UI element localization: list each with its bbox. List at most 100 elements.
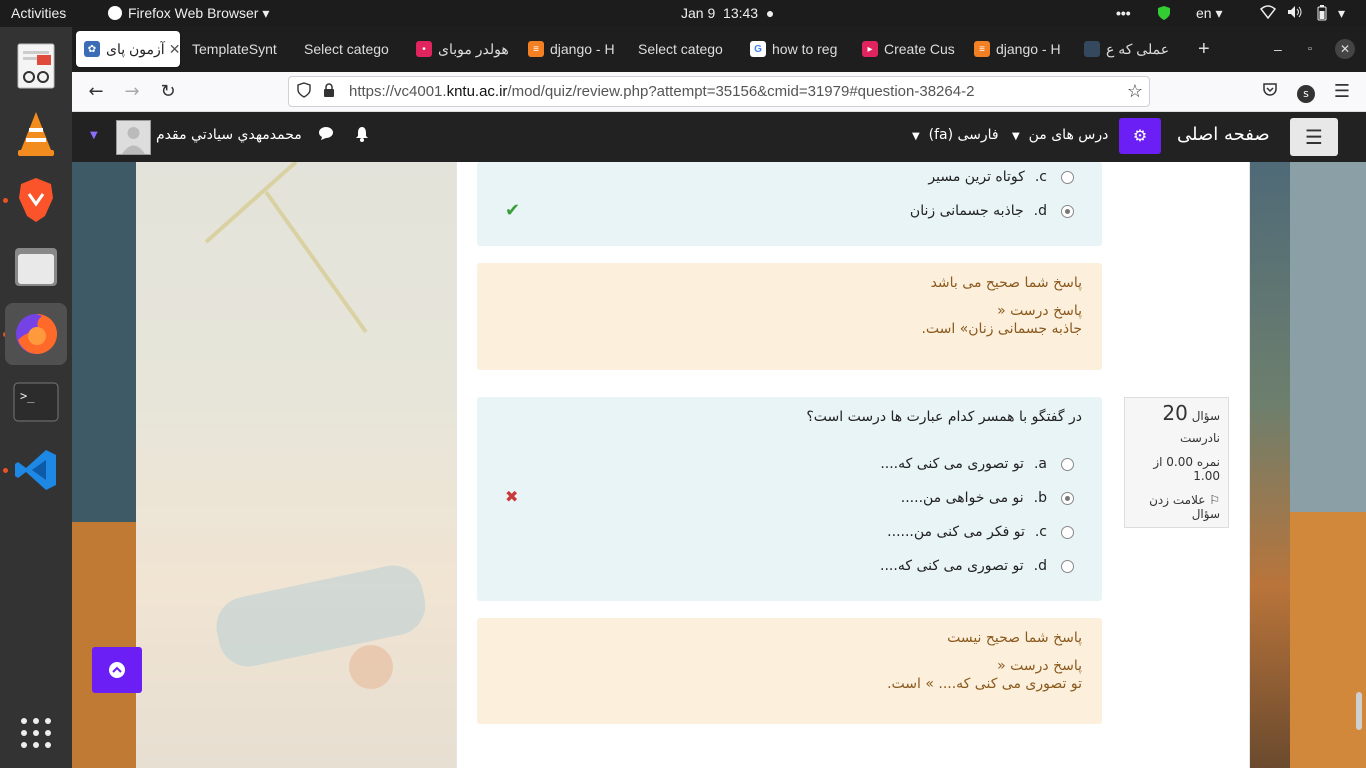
minimize-button[interactable]: –	[1274, 31, 1290, 67]
system-top-bar: Activities Firefox Web Browser ▾ Jan 9 1…	[0, 0, 1366, 27]
clock[interactable]: Jan 9 13:43 ●	[681, 5, 774, 21]
hamburger-menu-button[interactable]: ☰	[1290, 118, 1338, 156]
chevron-down-icon[interactable]: ▼	[90, 130, 98, 141]
answer-option[interactable]: d. جاذبه جسمانی زنان	[910, 200, 1074, 222]
tab[interactable]: ▸ Create Cus	[862, 31, 962, 67]
tab[interactable]: Select catego	[304, 31, 404, 67]
chevron-down-icon: ▼	[912, 131, 920, 142]
window-close-button[interactable]: ✕	[1332, 31, 1358, 67]
arrow-up-icon	[109, 662, 125, 678]
radio-button[interactable]	[1061, 491, 1074, 505]
radio-button[interactable]	[1061, 525, 1074, 539]
answer-option[interactable]: b. نو می خواهی من.....	[901, 487, 1074, 509]
vlc-icon[interactable]	[5, 103, 67, 165]
tab-label: هولدر موبای	[438, 40, 509, 57]
my-courses-menu[interactable]: ▼ درس های من	[1012, 127, 1108, 143]
close-icon[interactable]: ✕	[169, 41, 180, 58]
volume-icon[interactable]	[1287, 5, 1303, 22]
reload-button[interactable]: ↻	[156, 80, 180, 104]
close-icon: ✕	[1335, 39, 1355, 59]
option-letter: a.	[1033, 456, 1047, 472]
back-button[interactable]: ←	[84, 80, 108, 104]
page-content: c. کوتاه ترین مسیر d. جاذبه جسمانی زنان …	[72, 162, 1366, 768]
radio-button[interactable]	[1061, 559, 1074, 573]
activities-button[interactable]: Activities	[11, 5, 66, 21]
battery-icon[interactable]	[1316, 5, 1328, 24]
answer-option[interactable]: c. تو فکر می کنی من......	[887, 521, 1074, 543]
maximize-button[interactable]: ▫	[1308, 31, 1324, 67]
shield-icon[interactable]	[1157, 5, 1171, 24]
account-icon[interactable]: s	[1294, 80, 1318, 104]
option-letter: d.	[1033, 558, 1047, 574]
tab[interactable]: • هولدر موبای	[416, 31, 516, 67]
tab-label: Select catego	[638, 41, 723, 57]
flag-icon: ⚐	[1209, 493, 1220, 507]
correct-answer-text: جاذبه جسمانی زنان» است.	[921, 321, 1082, 337]
option-text: تو تصوری می کنی که....	[880, 558, 1024, 574]
url-bar[interactable]: https://vc4001.kntu.ac.ir/mod/quiz/revie…	[288, 76, 1150, 107]
message-icon[interactable]	[318, 126, 334, 144]
option-text: جاذبه جسمانی زنان	[909, 203, 1024, 219]
tab-label: آزمون پای	[106, 40, 165, 57]
new-tab-button[interactable]: +	[1198, 31, 1218, 67]
user-name[interactable]: محمدمهدي سيادتي مقدم	[156, 127, 302, 143]
flag-question-link[interactable]: ⚐ علامت زدن سؤال	[1133, 493, 1220, 521]
site-icon	[1084, 41, 1100, 57]
home-link[interactable]: صفحه اصلی	[1177, 124, 1270, 145]
tab[interactable]: TemplateSynt	[192, 31, 290, 67]
moodle-navbar: ▼ محمدمهدي سيادتي مقدم ▼ فارسی (fa) ▼ در…	[72, 112, 1366, 162]
tab[interactable]: ≡ django - H	[974, 31, 1074, 67]
radio-button[interactable]	[1061, 457, 1074, 471]
question-grade: نمره 0.00 از 1.00	[1153, 455, 1220, 483]
cross-icon: ✖	[505, 487, 519, 506]
tab[interactable]: Select catego	[638, 31, 738, 67]
correct-answer-text: تو تصوری می کنی که.... » است.	[887, 676, 1082, 692]
question-19-feedback: پاسخ شما صحیح می باشد پاسخ درست « جاذبه …	[477, 263, 1102, 370]
tab[interactable]: ≡ django - H	[528, 31, 628, 67]
files-icon[interactable]	[5, 235, 67, 297]
tab[interactable]: عملی که ع	[1084, 31, 1192, 67]
bookmark-star-icon[interactable]: ☆	[1127, 77, 1143, 106]
back-to-top-button[interactable]	[92, 647, 142, 693]
tab[interactable]: Ghow to reg	[750, 31, 850, 67]
app-menu[interactable]: Firefox Web Browser ▾	[108, 5, 269, 22]
answer-option[interactable]: d. تو تصوری می کنی که....	[880, 555, 1074, 577]
radio-button[interactable]	[1061, 204, 1074, 218]
language-label: فارسی (fa)	[928, 127, 999, 143]
vscode-icon[interactable]	[5, 439, 67, 501]
feedback-status: پاسخ شما صحیح نیست	[947, 630, 1082, 646]
lock-icon[interactable]	[323, 77, 335, 106]
language-indicator[interactable]: en ▾	[1196, 5, 1223, 22]
app-name: Firefox Web Browser	[128, 5, 259, 21]
answer-option[interactable]: c. کوتاه ترین مسیر	[928, 166, 1074, 188]
text-editor-icon[interactable]	[5, 35, 67, 97]
firefox-dock-icon[interactable]	[5, 303, 67, 365]
question-number: 20	[1162, 401, 1188, 425]
chevron-down-icon[interactable]: ▾	[1338, 5, 1345, 22]
question-label: سؤال	[1191, 409, 1220, 423]
dock: >_	[0, 27, 72, 768]
shield-icon[interactable]	[297, 77, 311, 106]
scrollbar-thumb[interactable]	[1356, 692, 1362, 730]
brave-icon[interactable]	[5, 169, 67, 231]
forward-button[interactable]: →	[120, 80, 144, 104]
language-menu[interactable]: ▼ فارسی (fa)	[912, 127, 999, 143]
answer-option[interactable]: a. تو تصوری می کنی که....	[880, 453, 1074, 475]
app-grid-icon[interactable]	[5, 702, 67, 764]
radio-button[interactable]	[1061, 170, 1074, 184]
more-icon[interactable]: •••	[1116, 5, 1131, 21]
my-courses-label: درس های من	[1028, 127, 1109, 143]
option-text: نو می خواهی من.....	[900, 490, 1024, 506]
gears-icon[interactable]: ⚙	[1119, 118, 1161, 154]
pocket-icon[interactable]	[1258, 80, 1282, 104]
app-icon: ▸	[862, 41, 878, 57]
tab-label: عملی که ع	[1106, 40, 1170, 57]
menu-icon[interactable]: ☰	[1330, 80, 1354, 104]
terminal-icon[interactable]: >_	[5, 371, 67, 433]
network-icon[interactable]	[1259, 5, 1277, 22]
bell-icon[interactable]	[354, 126, 370, 146]
tab-active[interactable]: ✿ آزمون پای ✕	[76, 31, 180, 67]
left-panel	[136, 162, 456, 768]
question-20: در گفتگو با همسر کدام عبارت ها درست است؟…	[477, 397, 1102, 601]
avatar[interactable]	[116, 120, 151, 155]
